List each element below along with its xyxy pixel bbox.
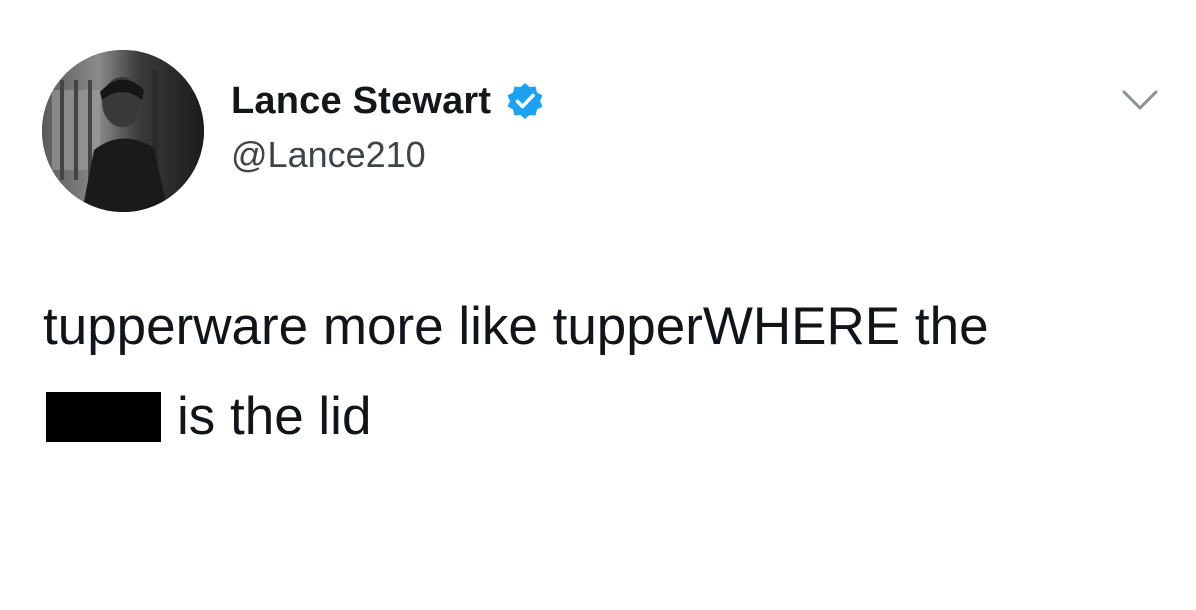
- tweet-card: Lance Stewart @Lance210 tupperware more …: [0, 0, 1196, 610]
- redaction-box: [46, 392, 161, 442]
- avatar-photo: [42, 50, 204, 212]
- author-display-name[interactable]: Lance Stewart: [231, 80, 491, 123]
- tweet-text-line-1: tupperware more like tupperWHERE the: [43, 297, 989, 356]
- author-handle[interactable]: @Lance210: [231, 134, 426, 176]
- verified-badge-icon: [505, 81, 545, 121]
- tweet-body: tupperware more like tupperWHERE the is …: [43, 282, 1173, 462]
- avatar[interactable]: [42, 50, 204, 212]
- chevron-down-icon[interactable]: [1120, 88, 1160, 114]
- author-name-row: Lance Stewart: [231, 76, 545, 126]
- tweet-text-line-2: is the lid: [43, 372, 1173, 462]
- tweet-text-line-2-text: is the lid: [177, 387, 372, 446]
